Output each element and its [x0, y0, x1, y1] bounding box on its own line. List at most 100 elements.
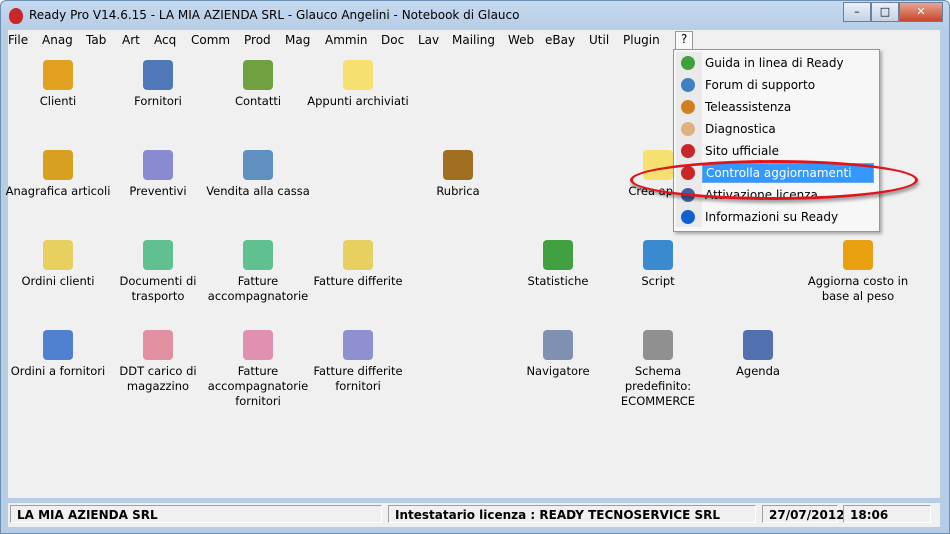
menu-mailing[interactable]: Mailing	[452, 33, 495, 47]
desktop-item[interactable]: Aggiorna costo in base al peso	[803, 240, 913, 304]
desktop-item-label: Documenti di trasporto	[119, 274, 197, 303]
menu-util[interactable]: Util	[589, 33, 609, 47]
globe-icon	[643, 240, 673, 270]
menu-comm[interactable]: Comm	[191, 33, 230, 47]
desktop-item-label: Anagrafica articoli	[5, 184, 111, 198]
strawberry-app-icon	[9, 8, 23, 24]
desktop-item-label: Script	[641, 274, 675, 288]
desktop-item-label: Contatti	[234, 94, 282, 108]
menu-item[interactable]: Guida in linea di Ready	[677, 53, 875, 73]
desktop-item[interactable]: Script	[603, 240, 713, 289]
desktop-item[interactable]: Ordini a fornitori	[3, 330, 113, 379]
cash-register-icon	[243, 150, 273, 180]
quote-icon	[143, 150, 173, 180]
desktop-item[interactable]: Contatti	[203, 60, 313, 109]
supplier-invoice-icon	[243, 330, 273, 360]
supplier-deferred-invoice-icon	[343, 330, 373, 360]
desktop-item-label: Fornitori	[134, 94, 182, 108]
desktop-item-label: Agenda	[736, 364, 780, 378]
menu-item[interactable]: Sito ufficiale	[677, 141, 875, 161]
desktop-item[interactable]: DDT carico di magazzino	[103, 330, 213, 394]
menu-plugin[interactable]: Plugin	[623, 33, 660, 47]
minimize-button[interactable]: –	[843, 2, 871, 22]
status-date: 27/07/2012	[762, 505, 845, 523]
menu-mag[interactable]: Mag	[285, 33, 310, 47]
warehouse-ddt-icon	[143, 330, 173, 360]
strawberry-icon	[681, 144, 695, 158]
wrench-icon	[643, 330, 673, 360]
transport-docs-icon	[143, 240, 173, 270]
desktop-item[interactable]: Clienti	[3, 60, 113, 109]
desktop-item[interactable]: Agenda	[703, 330, 813, 379]
forum-icon	[681, 78, 695, 92]
remote-support-icon	[681, 100, 695, 114]
menu-lav[interactable]: Lav	[418, 33, 439, 47]
menu-prod[interactable]: Prod	[244, 33, 271, 47]
menu-item-label: Teleassistenza	[705, 100, 792, 114]
clients-icon	[43, 60, 73, 90]
desktop-item-label: Rubrica	[436, 184, 480, 198]
desktop-item[interactable]: Fatture differite	[303, 240, 413, 289]
desktop-item[interactable]: Vendita alla cassa	[203, 150, 313, 199]
status-license: Intestatario licenza : READY TECNOSERVIC…	[388, 505, 756, 523]
help-icon	[681, 56, 695, 70]
menu-item-label: Guida in linea di Ready	[705, 56, 844, 70]
desktop-item[interactable]: Anagrafica articoli	[3, 150, 113, 199]
desktop-item[interactable]: Documenti di trasporto	[103, 240, 213, 304]
menu-ebay[interactable]: eBay	[545, 33, 575, 47]
help-menu-dropdown: Guida in linea di Ready Forum di supporto…	[673, 49, 880, 232]
menu-acq[interactable]: Acq	[154, 33, 176, 47]
deferred-invoice-icon	[343, 240, 373, 270]
chart-icon	[543, 240, 573, 270]
menu-help[interactable]: ?	[675, 31, 694, 50]
box-icon	[43, 150, 73, 180]
desktop-item[interactable]: Fatture accompagnatorie fornitori	[203, 330, 313, 409]
menu-bar: File Anag Tab Art Acq Comm Prod Mag Ammin Doc Lav M…	[8, 30, 940, 51]
menu-item[interactable]: Informazioni su Ready	[677, 207, 875, 227]
close-button[interactable]: ✕	[899, 2, 943, 22]
menu-web[interactable]: Web	[508, 33, 534, 47]
info-icon	[681, 210, 695, 224]
menu-item[interactable]: Forum di supporto	[677, 75, 875, 95]
menu-file[interactable]: File	[8, 33, 28, 47]
desktop-item[interactable]: Ordini clienti	[3, 240, 113, 289]
contacts-icon	[243, 60, 273, 90]
desktop-item[interactable]: Fatture accompagnatorie	[203, 240, 313, 304]
desktop-item-label: Fatture differite fornitori	[313, 364, 403, 393]
suppliers-icon	[143, 60, 173, 90]
menu-item[interactable]: Teleassistenza	[677, 97, 875, 117]
desktop-item-label: Fatture differite	[313, 274, 403, 288]
menu-art[interactable]: Art	[122, 33, 140, 47]
desktop-item-label: Schema predefinito: ECOMMERCE	[620, 364, 696, 408]
menu-tab[interactable]: Tab	[86, 33, 106, 47]
desktop-item[interactable]: Appunti archiviati	[303, 60, 413, 109]
desktop-item[interactable]: Fornitori	[103, 60, 213, 109]
desktop-item[interactable]: Schema predefinito: ECOMMERCE	[603, 330, 713, 409]
menu-doc[interactable]: Doc	[381, 33, 404, 47]
calendar-icon	[743, 330, 773, 360]
desktop-item-label: Clienti	[39, 94, 77, 108]
desktop-item[interactable]: Navigatore	[503, 330, 613, 379]
menu-item-label: Forum di supporto	[705, 78, 816, 92]
desktop-item-label: Appunti archiviati	[307, 94, 409, 108]
desktop-item-label: Aggiorna costo in base al peso	[807, 274, 909, 303]
desktop-item-label: Ordini clienti	[21, 274, 95, 288]
doctor-icon	[681, 122, 695, 136]
euro-coin-icon	[843, 240, 873, 270]
desktop-item-label: DDT carico di magazzino	[119, 364, 197, 393]
menu-anag[interactable]: Anag	[42, 33, 73, 47]
window-title: Ready Pro V14.6.15 - LA MIA AZIENDA SRL …	[29, 8, 520, 22]
desktop-item[interactable]: Preventivi	[103, 150, 213, 199]
status-time: 18:06	[843, 505, 931, 523]
desktop-item-label: Fatture accompagnatorie	[207, 274, 309, 303]
menu-ammin[interactable]: Ammin	[325, 33, 368, 47]
desktop-item[interactable]: Fatture differite fornitori	[303, 330, 413, 394]
desktop-item-label: Preventivi	[129, 184, 187, 198]
desktop-item-label: Vendita alla cassa	[206, 184, 310, 198]
desktop-item[interactable]: Rubrica	[403, 150, 513, 199]
desktop-item-label: Ordini a fornitori	[10, 364, 106, 378]
desktop-item-label: Navigatore	[526, 364, 590, 378]
desktop-item[interactable]: Statistiche	[503, 240, 613, 289]
menu-item[interactable]: Diagnostica	[677, 119, 875, 139]
maximize-button[interactable]: □	[871, 2, 899, 22]
